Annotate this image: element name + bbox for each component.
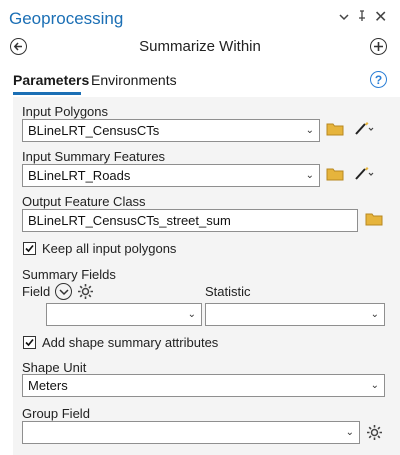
statistic-select[interactable]: ⌄	[205, 303, 385, 326]
input-summary-label: Input Summary Features	[22, 149, 166, 164]
tab-parameters[interactable]: Parameters	[13, 72, 89, 88]
plus-icon[interactable]	[370, 38, 387, 55]
tool-name: Summarize Within	[139, 38, 261, 55]
shape-unit-label: Shape Unit	[22, 360, 87, 375]
pencil-icon[interactable]	[354, 165, 374, 181]
folder-icon[interactable]	[365, 212, 383, 226]
tab-environments[interactable]: Environments	[91, 72, 177, 88]
chevron-down-icon: ⌄	[345, 427, 354, 438]
folder-icon[interactable]	[326, 167, 344, 181]
pin-icon[interactable]	[357, 10, 367, 25]
input-summary-select[interactable]: BLineLRT_Roads ⌄	[22, 164, 320, 187]
statistic-column-label: Statistic	[205, 284, 251, 299]
input-polygons-label: Input Polygons	[22, 104, 109, 119]
keep-all-label: Keep all input polygons	[42, 241, 177, 256]
gear-icon[interactable]	[366, 424, 383, 441]
summary-field-select[interactable]: ⌄	[46, 303, 202, 326]
input-polygons-value: BLineLRT_CensusCTs	[28, 123, 160, 138]
chevron-down-icon: ⌄	[305, 125, 314, 136]
add-shape-checkbox[interactable]	[23, 336, 36, 349]
pencil-icon[interactable]	[354, 120, 374, 136]
field-column-label: Field	[22, 284, 51, 299]
help-icon[interactable]: ?	[370, 71, 387, 88]
pane-options-chevron-icon[interactable]	[339, 10, 349, 25]
group-field-label: Group Field	[22, 406, 90, 421]
active-tab-indicator	[13, 92, 81, 95]
input-summary-value: BLineLRT_Roads	[28, 168, 131, 183]
output-fc-label: Output Feature Class	[22, 194, 146, 209]
group-field-select[interactable]: ⌄	[22, 421, 360, 444]
close-icon[interactable]: ✕	[374, 7, 387, 27]
output-fc-value: BLineLRT_CensusCTs_street_sum	[28, 213, 231, 228]
shape-unit-select[interactable]: Meters ⌄	[22, 374, 385, 397]
summary-fields-label: Summary Fields	[22, 267, 116, 282]
chevron-down-icon: ⌄	[187, 309, 196, 320]
keep-all-checkbox[interactable]	[23, 242, 36, 255]
output-fc-input[interactable]: BLineLRT_CensusCTs_street_sum	[22, 209, 358, 232]
pane-title: Geoprocessing	[9, 9, 124, 28]
folder-icon[interactable]	[326, 122, 344, 136]
chevron-down-icon: ⌄	[370, 309, 379, 320]
input-polygons-select[interactable]: BLineLRT_CensusCTs ⌄	[22, 119, 320, 142]
chevron-down-circle-icon[interactable]	[55, 283, 72, 300]
gear-icon[interactable]	[77, 283, 94, 300]
add-shape-label: Add shape summary attributes	[42, 335, 219, 350]
chevron-down-icon: ⌄	[370, 380, 379, 391]
shape-unit-value: Meters	[28, 378, 68, 393]
chevron-down-icon: ⌄	[305, 170, 314, 181]
